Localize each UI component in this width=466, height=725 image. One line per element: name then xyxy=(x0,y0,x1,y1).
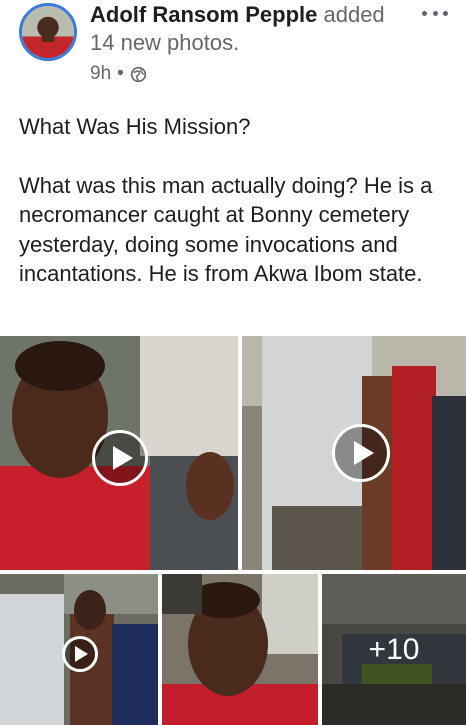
post-title: What Was His Mission? xyxy=(19,114,251,139)
more-options-icon[interactable] xyxy=(418,2,452,24)
play-icon[interactable] xyxy=(62,636,98,672)
post-header: Adolf Ransom Pepple added 14 new photos.… xyxy=(0,0,466,98)
globe-icon[interactable] xyxy=(130,66,147,83)
media-tile-photo-1[interactable] xyxy=(162,574,318,725)
post-action: added xyxy=(323,2,385,27)
avatar-image xyxy=(22,6,74,58)
post-subtitle[interactable]: 14 new photos. xyxy=(90,30,239,56)
more-dot xyxy=(443,10,448,16)
more-dot xyxy=(422,10,427,16)
author-name[interactable]: Adolf Ransom Pepple xyxy=(90,2,317,27)
play-icon[interactable] xyxy=(332,424,390,482)
post-meta: 9h • xyxy=(90,62,147,86)
author-line: Adolf Ransom Pepple added xyxy=(90,2,385,28)
meta-separator: • xyxy=(117,63,124,84)
media-tile-video-3[interactable] xyxy=(0,574,158,725)
media-tile-video-2[interactable] xyxy=(242,336,466,570)
author-avatar[interactable] xyxy=(19,3,77,61)
post-time[interactable]: 9h xyxy=(90,62,111,86)
more-dot xyxy=(432,10,438,16)
photo-thumbnail xyxy=(162,574,318,725)
play-icon[interactable] xyxy=(92,430,148,486)
media-tile-photo-2[interactable]: +10 xyxy=(322,574,466,725)
media-tile-video-1[interactable] xyxy=(0,336,238,570)
post-text: What Was His Mission? What was this man … xyxy=(19,112,459,289)
post-body: What was this man actually doing? He is … xyxy=(19,172,433,287)
more-photos-overlay[interactable]: +10 xyxy=(322,574,466,725)
